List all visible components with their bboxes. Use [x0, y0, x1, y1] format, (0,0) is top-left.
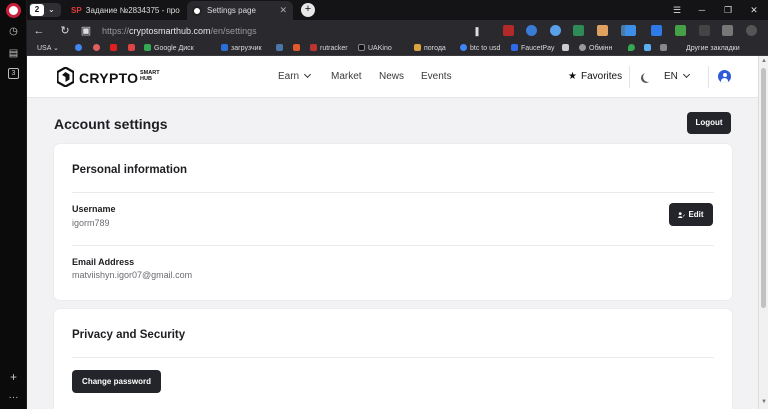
page-viewport: CRYPTO SMART HUB Earn Market News Events … [27, 56, 758, 409]
add-sidebar-icon[interactable]: + [6, 370, 21, 385]
site-favicon-icon [192, 5, 202, 16]
bookmark-google-drive[interactable]: Google Диск [144, 43, 194, 55]
scroll-up-icon[interactable]: ▲ [760, 58, 768, 64]
privacy-security-card: Privacy and Security Change password [54, 309, 732, 409]
bookmark-downloader[interactable]: загрузчик [221, 43, 262, 55]
brand-word: CRYPTO [79, 70, 139, 86]
bookmark-usa[interactable]: USA ⌄ [37, 43, 59, 55]
nav-news[interactable]: News [379, 70, 404, 84]
bookmark-icon[interactable] [93, 43, 103, 55]
minimize-icon[interactable]: ─ [692, 0, 712, 20]
address-toolbar: ← ↻ ▣ https://cryptosmarthub.com/en/sett… [27, 20, 768, 42]
restore-icon[interactable]: ❐ [718, 0, 738, 20]
username-value: igorm789 [72, 218, 110, 228]
opera-logo-icon[interactable] [6, 3, 21, 18]
bookmark-faucetpay[interactable]: FaucetPay [511, 43, 554, 55]
page-title: Account settings [54, 116, 168, 132]
bookmark-icon[interactable] [660, 43, 670, 55]
email-value: matviishyn.igor07@gmail.com [72, 270, 193, 280]
bookmark-icon-gmail[interactable] [128, 43, 138, 55]
user-edit-icon [678, 212, 686, 218]
bookmark-icon-maps[interactable] [628, 43, 638, 55]
bookmark-icon[interactable] [644, 43, 654, 55]
language-select[interactable]: EN [664, 70, 690, 84]
brand-sub: SMART HUB [140, 70, 160, 82]
chevron-down-icon [682, 70, 690, 79]
crypto-hub-logo-icon [57, 67, 74, 87]
extension-icon[interactable] [699, 25, 710, 36]
bookmark-btc-usd[interactable]: btc to usd [460, 43, 500, 55]
tab-label: Задание №2834375 - про [85, 6, 180, 15]
workspace-icon[interactable]: 3 [8, 68, 19, 79]
extension-icon[interactable] [625, 25, 636, 36]
bookmark-icon[interactable] [293, 43, 303, 55]
page-scrollbar[interactable]: ▲ ▼ [758, 56, 768, 409]
download-extension-icon[interactable] [651, 25, 662, 36]
scroll-down-icon[interactable]: ▼ [760, 399, 768, 405]
address-input[interactable]: https://cryptosmarthub.com/en/settings [102, 24, 257, 38]
bookmarks-bar: USA ⌄ Google Диск загрузчик rutracker UA… [27, 42, 768, 56]
extension-icon[interactable] [597, 25, 608, 36]
divider [72, 192, 714, 193]
reload-icon[interactable]: ↻ [57, 23, 73, 39]
back-icon[interactable]: ← [31, 23, 47, 39]
favorites-link[interactable]: ★ Favorites [568, 70, 622, 84]
bookmark-icon-vk[interactable] [276, 43, 286, 55]
extension-icon[interactable] [526, 25, 537, 36]
personal-info-title: Personal information [72, 164, 188, 176]
extension-icon[interactable] [503, 25, 514, 36]
bookmark-exchange[interactable]: Обмінн [579, 43, 612, 55]
other-bookmarks[interactable]: Другие закладки [686, 43, 740, 55]
header-divider [708, 66, 709, 88]
tab-task[interactable]: SP Задание №2834375 - про [71, 1, 186, 20]
bookmark-uakino[interactable]: UAKino [358, 43, 392, 55]
bookmark-icon-google[interactable] [75, 43, 85, 55]
divider [72, 357, 714, 358]
edit-username-button[interactable]: Edit [669, 203, 713, 226]
extension-icon[interactable] [746, 25, 757, 36]
extension-icon[interactable] [722, 25, 733, 36]
tab-settings[interactable]: Settings page ✕ [187, 1, 293, 20]
tab-strip: 2 ⌄ SP Задание №2834375 - про Settings pag… [27, 0, 768, 20]
close-window-icon[interactable]: ✕ [744, 0, 764, 20]
nav-events[interactable]: Events [421, 70, 452, 84]
privacy-security-title: Privacy and Security [72, 329, 186, 341]
extension-icon[interactable] [675, 25, 686, 36]
tab-label: Settings page [207, 6, 256, 15]
star-icon: ★ [568, 71, 577, 82]
tab-counter[interactable]: 2 ⌄ [29, 3, 61, 17]
bookmark-icon[interactable] [562, 43, 572, 55]
more-icon[interactable]: ··· [6, 390, 21, 405]
security-badge-icon[interactable]: ▣ [78, 23, 94, 39]
chevron-down-icon [304, 70, 312, 79]
username-label: Username [72, 204, 116, 214]
tabs-icon[interactable]: ▤ [6, 46, 21, 61]
logout-button[interactable]: Logout [687, 112, 731, 134]
user-avatar-icon[interactable] [718, 70, 731, 83]
email-label: Email Address [72, 257, 135, 267]
extension-icon[interactable] [550, 25, 561, 36]
header-divider [629, 66, 630, 88]
browser-sidebar: ◷ ▤ 3 + ··· [0, 0, 27, 409]
divider [72, 245, 714, 246]
nav-earn[interactable]: Earn [278, 70, 312, 84]
bookmark-weather[interactable]: погода [414, 43, 446, 55]
extension-icon[interactable] [573, 25, 584, 36]
chevron-down-icon: ⌄ [48, 5, 55, 14]
change-password-button[interactable]: Change password [72, 370, 161, 393]
history-icon[interactable]: ◷ [6, 24, 21, 39]
new-tab-button[interactable]: + [301, 3, 315, 17]
site-header: CRYPTO SMART HUB Earn Market News Events … [27, 56, 758, 98]
moon-icon[interactable] [643, 72, 653, 82]
easy-setup-icon[interactable]: ☰ [667, 0, 687, 20]
nav-market[interactable]: Market [331, 70, 362, 84]
bookmark-rutracker[interactable]: rutracker [310, 43, 348, 55]
personal-info-card: Personal information Username igorm789 E… [54, 144, 732, 300]
bookmark-icon[interactable]: ❚ [469, 23, 485, 39]
close-tab-icon[interactable]: ✕ [279, 1, 287, 20]
bookmark-icon-youtube[interactable] [110, 43, 120, 55]
scrollbar-thumb[interactable] [761, 68, 766, 308]
tab-favicon: SP [71, 6, 82, 15]
